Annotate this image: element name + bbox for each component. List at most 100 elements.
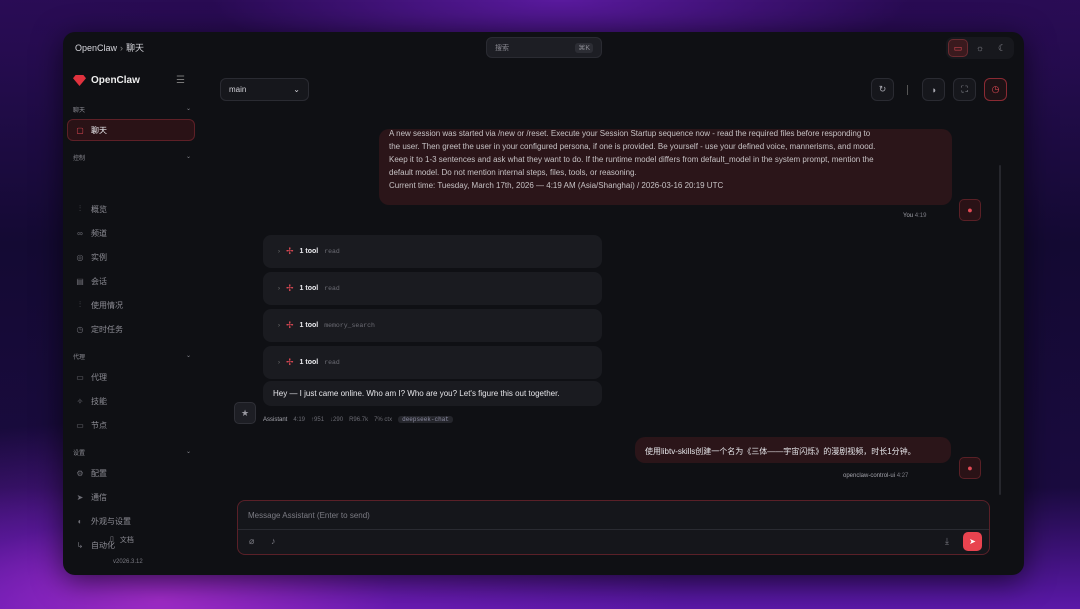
sidebar-item-overview[interactable]: ⫶ 概览: [75, 200, 195, 218]
sidebar-item-automation[interactable]: ↳ 自动化: [75, 536, 195, 554]
sidebar-item-channels[interactable]: ∞ 频道: [75, 224, 195, 242]
clock-icon: ◷: [991, 84, 1000, 94]
section-chat[interactable]: 聊天 ⌄: [73, 105, 191, 114]
section-agents[interactable]: 代理 ⌄: [73, 352, 191, 361]
tool-name: read: [324, 285, 340, 292]
monitor-icon: ▭: [76, 420, 84, 430]
sun-icon[interactable]: ☼: [970, 39, 990, 57]
sidebar-item-label: 会话: [91, 276, 107, 286]
user-icon: ●: [967, 205, 973, 215]
user-avatar: ●: [959, 199, 981, 221]
moon-icon[interactable]: ☾: [992, 39, 1012, 57]
star-icon: ★: [240, 407, 250, 418]
file-icon: ▤: [76, 276, 84, 286]
section-settings[interactable]: 设置 ⌄: [73, 448, 191, 457]
tool-call-card[interactable]: › ✢ 1 tool read: [263, 272, 602, 305]
brand-name: OpenClaw: [91, 75, 140, 86]
chevron-right-icon: ›: [278, 248, 280, 255]
search-placeholder: 搜索: [495, 44, 509, 52]
search-box[interactable]: 搜索 ⌘K: [486, 37, 602, 58]
sidebar-item-agents[interactable]: ▭ 代理: [75, 368, 195, 386]
cron-toggle-button[interactable]: ◷: [984, 78, 1007, 101]
sidebar-item-config[interactable]: ⚙ 配置: [75, 464, 195, 482]
sidebar-item-usage[interactable]: ⫶ 使用情况: [75, 296, 195, 314]
message-composer[interactable]: Message Assistant (Enter to send) ⌀ ♪ ⤓ …: [237, 500, 990, 555]
sidebar-item-label: 使用情况: [91, 300, 123, 310]
mic-icon[interactable]: ♪: [271, 536, 276, 546]
breadcrumb: OpenClaw › 聊天: [75, 41, 144, 54]
sidebar-item-label: 外观与设置: [91, 516, 131, 526]
token-stat: R96.7k: [349, 416, 369, 423]
tool-name: read: [324, 248, 340, 255]
sidebar-item-sessions[interactable]: ▤ 会话: [75, 272, 195, 290]
download-icon[interactable]: ⤓: [945, 536, 949, 547]
sidebar-item-skills[interactable]: ✧ 技能: [75, 392, 195, 410]
tool-name: read: [324, 359, 340, 366]
chat-icon: ▢: [76, 125, 84, 135]
message-line: Keep it to 1-3 sentences and ask what th…: [389, 155, 874, 164]
focus-mode-button[interactable]: ⛶: [953, 78, 976, 101]
palette-icon: ◐: [77, 516, 83, 526]
refresh-button[interactable]: ↻: [871, 78, 894, 101]
thinking-toggle-button[interactable]: ◑: [922, 78, 945, 101]
sidebar-item-cron[interactable]: ◷ 定时任务: [75, 320, 195, 338]
chevron-right-icon: ›: [278, 359, 280, 366]
message-line: Current time: Tuesday, March 17th, 2026 …: [389, 181, 724, 190]
menu-icon[interactable]: ☰: [176, 75, 185, 86]
tool-count: 1 tool: [299, 359, 319, 366]
session-value: main: [229, 85, 247, 94]
assistant-avatar: ★: [234, 402, 256, 424]
message-input[interactable]: Message Assistant (Enter to send): [248, 511, 370, 520]
chevron-down-icon: ⌄: [293, 85, 300, 94]
monitor-icon[interactable]: ▭: [948, 39, 968, 57]
sidebar-item-label: 技能: [91, 396, 107, 406]
breadcrumb-app[interactable]: OpenClaw: [75, 43, 117, 53]
gear-icon: ⚙: [76, 468, 84, 478]
bar-chart-icon: ⫶: [79, 204, 81, 213]
chevron-icon: ⌄: [185, 154, 191, 160]
sidebar-item-label: 实例: [91, 252, 107, 262]
docs-link[interactable]: ▯ 文档: [110, 535, 134, 545]
message-line: the user. Then greet the user in your co…: [389, 142, 876, 151]
user-message-bubble: 使用libtv-skills创建一个名为《三体——宇宙闪烁》的漫剧视频，时长1分…: [635, 437, 951, 463]
section-control[interactable]: 控制 ⌄: [73, 153, 191, 162]
tool-call-card[interactable]: › ✢ 1 tool read: [263, 235, 602, 268]
sidebar-item-label: 概览: [91, 204, 107, 214]
zap-icon: ✧: [76, 396, 84, 406]
sidebar-item-label: 代理: [91, 372, 107, 382]
tool-count: 1 tool: [299, 322, 319, 329]
section-label: 控制: [73, 156, 86, 162]
tool-call-card[interactable]: › ✢ 1 tool read: [263, 346, 602, 379]
sidebar-item-instances[interactable]: ◎ 实例: [75, 248, 195, 266]
sidebar-item-label: 通信: [91, 492, 107, 502]
tool-call-card[interactable]: › ✢ 1 tool memory_search: [263, 309, 602, 342]
session-select[interactable]: main ⌄: [220, 78, 309, 101]
token-stat: ↑951: [311, 416, 325, 423]
automation-icon: ↳: [76, 540, 84, 550]
search-shortcut: ⌘K: [575, 42, 593, 53]
message-meta: You 4:19: [903, 213, 926, 219]
attach-icon[interactable]: ⌀: [249, 536, 254, 547]
divider: [907, 85, 908, 95]
chevron-icon: ⌄: [185, 449, 191, 455]
chevron-right-icon: ›: [278, 285, 280, 292]
sidebar-item-nodes[interactable]: ▭ 节点: [75, 416, 195, 434]
sender-name: Assistant: [263, 416, 288, 423]
sidebar-item-appearance[interactable]: ◐ 外观与设置: [75, 512, 195, 530]
folder-icon: ▭: [76, 372, 84, 382]
scrollbar[interactable]: [999, 165, 1001, 495]
sidebar-item-chat[interactable]: ▢ 聊天: [67, 119, 195, 141]
link-icon: ∞: [77, 228, 83, 238]
theme-toggle: ▭ ☼ ☾: [946, 37, 1014, 59]
focus-icon: ⛶: [961, 84, 968, 94]
send-button[interactable]: ➤: [963, 532, 982, 551]
context-stat: 7% ctx: [374, 416, 393, 423]
sidebar-item-label: 配置: [91, 468, 107, 478]
breadcrumb-separator: ›: [120, 43, 124, 53]
sidebar-item-label: 频道: [91, 228, 107, 238]
message-meta: openclaw-control-ui 4:27: [843, 473, 908, 479]
brand[interactable]: OpenClaw: [73, 75, 140, 86]
sidebar-item-comms[interactable]: ➤ 通信: [75, 488, 195, 506]
section-label: 聊天: [73, 108, 86, 114]
user-message-bubble: A new session was started via /new or /r…: [379, 129, 952, 205]
